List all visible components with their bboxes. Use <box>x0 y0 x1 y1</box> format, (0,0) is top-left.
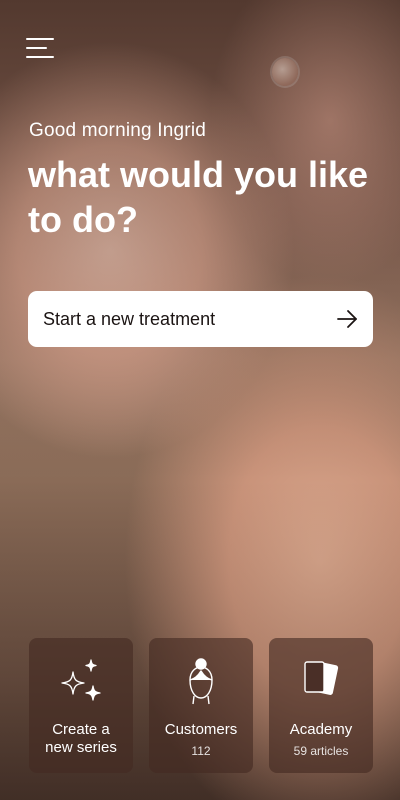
arrow-right-icon <box>337 310 357 328</box>
hamburger-menu-icon-line <box>26 47 47 49</box>
create-series-label-line2: new series <box>45 739 117 756</box>
customers-label: Customers <box>164 721 238 738</box>
start-treatment-label: Start a new treatment <box>43 308 216 329</box>
customer-head-icon <box>189 658 213 705</box>
customers-count: 112 <box>191 744 211 758</box>
cards-icon <box>304 661 339 695</box>
menu-button[interactable] <box>26 36 56 62</box>
hamburger-menu-icon <box>26 38 54 40</box>
background-photo-earring <box>272 58 298 86</box>
customers-tile[interactable]: Customers 112 <box>149 638 253 773</box>
sparkles-icon <box>61 659 101 701</box>
quick-actions: Create a new series Customers 112 Academ… <box>29 638 373 773</box>
greeting-text: Good morning Ingrid <box>29 120 207 141</box>
create-series-label: Create a new series <box>29 721 133 757</box>
create-series-label-line1: Create a <box>52 721 110 738</box>
academy-label: Academy <box>289 721 353 738</box>
academy-article-count: 59 articles <box>293 744 349 758</box>
start-treatment-button[interactable]: Start a new treatment <box>28 291 373 347</box>
hamburger-menu-icon-line <box>26 56 54 58</box>
create-series-tile[interactable]: Create a new series <box>29 638 133 773</box>
home-screen: Good morning Ingrid what would you like … <box>0 0 400 800</box>
page-title: what would you like to do? <box>28 154 369 240</box>
academy-tile[interactable]: Academy 59 articles <box>269 638 373 773</box>
